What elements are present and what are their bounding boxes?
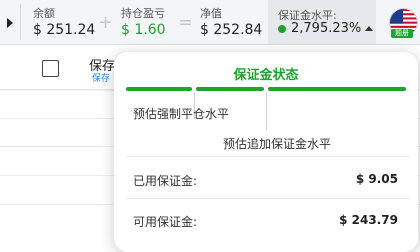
equity-value: $ 252.84	[200, 22, 263, 38]
equals-sign: =	[178, 12, 194, 33]
margin-bar-segment	[268, 87, 406, 91]
margin-bar-segment	[126, 87, 192, 91]
pnl-label: 持仓盈亏	[121, 7, 165, 20]
divider	[20, 4, 21, 40]
plus-sign: +	[98, 12, 114, 33]
popover-title: 保证金状态	[233, 68, 299, 83]
collapse-left-icon[interactable]	[7, 18, 13, 28]
equity-label: 净值	[200, 7, 222, 20]
add-margin-marker	[266, 93, 267, 130]
margin-bar-segment	[196, 87, 264, 91]
column-subtitle[interactable]: 保存	[92, 71, 110, 84]
free-margin-value: $ 243.79	[339, 213, 398, 227]
equity-metric: 净值 $ 252.84	[200, 7, 262, 39]
select-all-checkbox[interactable]	[42, 60, 59, 77]
popover-divider	[126, 156, 410, 157]
chevron-up-icon	[365, 26, 374, 31]
margin-level-value-row: 2,795.23%	[278, 21, 374, 36]
margin-level-dropdown[interactable]: 保证金水平: 2,795.23%	[268, 0, 376, 44]
forced-close-level-label: 预估强制平仓水平	[133, 107, 230, 121]
used-margin-label: 已用保证金:	[133, 174, 198, 188]
popover-divider	[126, 198, 410, 199]
balance-label: 余额	[33, 7, 55, 20]
margin-status-popover: 保证金状态 预估强制平仓水平 预估追加保证金水平 已用保证金: $ 9.05 可…	[114, 52, 418, 252]
balance-metric: 余额 $ 251.24	[33, 7, 95, 39]
account-badge: 题册	[391, 29, 413, 38]
pnl-value: $ 1.60	[121, 22, 166, 38]
status-dot-icon	[278, 24, 286, 33]
pnl-metric: 持仓盈亏 $ 1.60	[121, 7, 166, 39]
used-margin-value: $ 9.05	[355, 172, 398, 186]
margin-level-value: 2,795.23%	[291, 21, 362, 36]
add-margin-level-label: 预估追加保证金水平	[222, 137, 331, 151]
free-margin-label: 可用保证金:	[133, 215, 198, 229]
balance-value: $ 251.24	[33, 22, 96, 38]
account-summary-bar: 余额 $ 251.24 + 持仓盈亏 $ 1.60 = 净值 $ 252.84 …	[0, 0, 420, 45]
